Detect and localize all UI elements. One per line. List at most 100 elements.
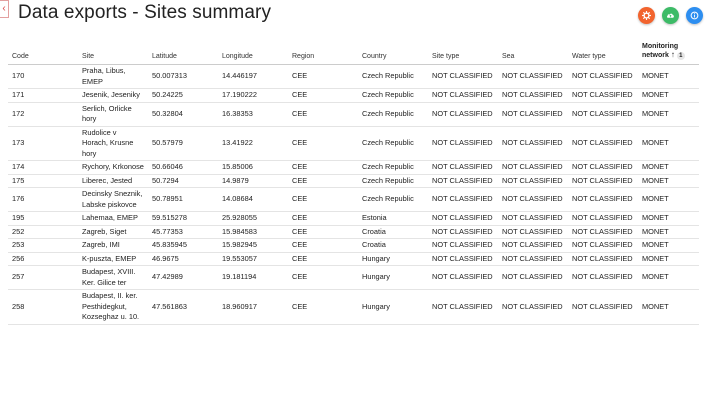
cell-water-type: NOT CLASSIFIED	[568, 252, 638, 266]
cell-country: Hungary	[358, 252, 428, 266]
cell-latitude: 50.32804	[148, 102, 218, 127]
table-row[interactable]: 195 Lahemaa, EMEP 59.515278 25.928055 CEE Est…	[8, 211, 699, 226]
cell-country: Czech Republic	[358, 64, 428, 89]
cell-water-type: NOT CLASSIFIED	[568, 88, 638, 103]
cell-country: Czech Republic	[358, 187, 428, 212]
cell-site: Rychory, Krkonose	[78, 160, 148, 175]
column-header-code[interactable]: Code	[8, 38, 78, 65]
cell-code: 173	[8, 126, 78, 161]
column-header-country[interactable]: Country	[358, 38, 428, 65]
table-row[interactable]: 258 Budapest, II. ker. Pesthidegkut, Kozs…	[8, 289, 699, 325]
cell-country: Croatia	[358, 225, 428, 239]
cell-code: 174	[8, 160, 78, 175]
cell-longitude: 25.928055	[218, 211, 288, 226]
cell-sea: NOT CLASSIFIED	[498, 265, 568, 290]
table-row[interactable]: 176 Decinsky Sneznik, Labske piskovce 50.7…	[8, 187, 699, 212]
cell-latitude: 45.835945	[148, 238, 218, 253]
cell-monitoring-network: MONET	[638, 252, 699, 266]
column-header-monitoring-network[interactable]: Monitoring network ↑ 1	[638, 38, 699, 65]
table-row[interactable]: 252 Zagreb, Siget 45.77353 15.984583 CEE Croa…	[8, 225, 699, 239]
column-header-site-type[interactable]: Site type	[428, 38, 498, 65]
cell-site: Zagreb, IMI	[78, 238, 148, 253]
cell-water-type: NOT CLASSIFIED	[568, 64, 638, 89]
cell-latitude: 50.007313	[148, 64, 218, 89]
back-icon[interactable]: ‹	[0, 0, 9, 18]
cell-country: Hungary	[358, 265, 428, 290]
cell-sea: NOT CLASSIFIED	[498, 252, 568, 266]
column-header-region[interactable]: Region	[288, 38, 358, 65]
cell-site-type: NOT CLASSIFIED	[428, 265, 498, 290]
sites-table-container: Code Site Latitude Longitude Region Coun…	[0, 38, 711, 325]
cell-region: CEE	[288, 88, 358, 103]
cell-longitude: 13.41922	[218, 126, 288, 161]
cell-latitude: 50.7294	[148, 174, 218, 188]
cell-code: 252	[8, 225, 78, 239]
cell-site: Decinsky Sneznik, Labske piskovce	[78, 187, 148, 212]
cell-code: 195	[8, 211, 78, 226]
cell-country: Czech Republic	[358, 102, 428, 127]
cell-water-type: NOT CLASSIFIED	[568, 102, 638, 127]
sort-ascending-icon[interactable]: ↑	[671, 50, 675, 59]
cell-site-type: NOT CLASSIFIED	[428, 174, 498, 188]
cell-region: CEE	[288, 64, 358, 89]
cell-site: K-puszta, EMEP	[78, 252, 148, 266]
cell-site: Praha, Libus, EMEP	[78, 64, 148, 89]
page-title: Data exports - Sites summary	[18, 2, 272, 23]
cell-site-type: NOT CLASSIFIED	[428, 289, 498, 325]
cell-code: 253	[8, 238, 78, 253]
cell-water-type: NOT CLASSIFIED	[568, 187, 638, 212]
info-button[interactable]	[686, 7, 703, 24]
cell-water-type: NOT CLASSIFIED	[568, 225, 638, 239]
column-header-sea[interactable]: Sea	[498, 38, 568, 65]
column-header-latitude[interactable]: Latitude	[148, 38, 218, 65]
table-row[interactable]: 175 Liberec, Jested 50.7294 14.9879 CEE Czech…	[8, 174, 699, 188]
cell-site: Budapest, II. ker. Pesthidegkut, Kozsegh…	[78, 289, 148, 325]
table-row[interactable]: 172 Serlich, Orlicke hory 50.32804 16.38353…	[8, 102, 699, 127]
cell-region: CEE	[288, 174, 358, 188]
cell-site-type: NOT CLASSIFIED	[428, 160, 498, 175]
cell-code: 175	[8, 174, 78, 188]
table-row[interactable]: 253 Zagreb, IMI 45.835945 15.982945 CEE Croat…	[8, 238, 699, 253]
cell-water-type: NOT CLASSIFIED	[568, 238, 638, 253]
cell-water-type: NOT CLASSIFIED	[568, 126, 638, 161]
cell-sea: NOT CLASSIFIED	[498, 64, 568, 89]
cell-site-type: NOT CLASSIFIED	[428, 88, 498, 103]
table-row[interactable]: 174 Rychory, Krkonose 50.66046 15.85006 CEE C…	[8, 160, 699, 175]
column-header-longitude[interactable]: Longitude	[218, 38, 288, 65]
cell-country: Czech Republic	[358, 174, 428, 188]
cell-site: Liberec, Jested	[78, 174, 148, 188]
cell-longitude: 19.181194	[218, 265, 288, 290]
cell-sea: NOT CLASSIFIED	[498, 187, 568, 212]
cell-country: Czech Republic	[358, 88, 428, 103]
cell-monitoring-network: MONET	[638, 211, 699, 226]
export-button[interactable]	[662, 7, 679, 24]
cell-site-type: NOT CLASSIFIED	[428, 187, 498, 212]
cell-region: CEE	[288, 187, 358, 212]
table-row[interactable]: 173 Rudolice v Horach, Krusne hory 50.5797…	[8, 126, 699, 161]
cell-region: CEE	[288, 252, 358, 266]
cell-longitude: 14.446197	[218, 64, 288, 89]
cell-sea: NOT CLASSIFIED	[498, 238, 568, 253]
cell-latitude: 50.24225	[148, 88, 218, 103]
cell-region: CEE	[288, 265, 358, 290]
cell-site-type: NOT CLASSIFIED	[428, 252, 498, 266]
column-header-water-type[interactable]: Water type	[568, 38, 638, 65]
cell-monitoring-network: MONET	[638, 265, 699, 290]
cell-latitude: 50.78951	[148, 187, 218, 212]
gear-icon	[642, 11, 651, 20]
cell-longitude: 17.190222	[218, 88, 288, 103]
table-row[interactable]: 170 Praha, Libus, EMEP 50.007313 14.446197 C…	[8, 64, 699, 89]
settings-button[interactable]	[638, 7, 655, 24]
cell-monitoring-network: MONET	[638, 88, 699, 103]
cell-longitude: 18.960917	[218, 289, 288, 325]
table-row[interactable]: 257 Budapest, XVIII. Ker. Gilice ter 47.42…	[8, 265, 699, 290]
table-row[interactable]: 256 K-puszta, EMEP 46.9675 19.553057 CEE Hung…	[8, 252, 699, 266]
info-icon	[690, 11, 699, 20]
cell-country: Estonia	[358, 211, 428, 226]
cloud-upload-icon	[666, 13, 674, 18]
cell-site: Jesenik, Jeseniky	[78, 88, 148, 103]
column-header-site[interactable]: Site	[78, 38, 148, 65]
cell-site: Rudolice v Horach, Krusne hory	[78, 126, 148, 161]
cell-latitude: 50.57979	[148, 126, 218, 161]
table-row[interactable]: 171 Jesenik, Jeseniky 50.24225 17.190222 CEE…	[8, 88, 699, 103]
